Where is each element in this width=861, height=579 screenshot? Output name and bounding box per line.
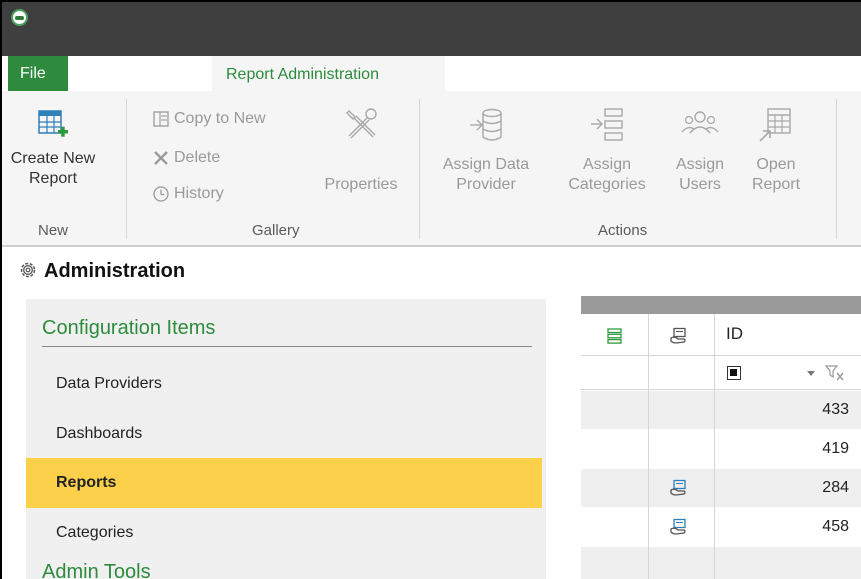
- row-id-cell: 458: [714, 508, 861, 546]
- grid-header: ID: [581, 314, 861, 356]
- table-row[interactable]: 433: [581, 391, 861, 429]
- delete-button[interactable]: Delete: [152, 147, 220, 169]
- assign-categories-label-2: Categories: [568, 176, 646, 193]
- gear-icon: [20, 262, 36, 278]
- row-categories-cell: [581, 430, 648, 468]
- clock-icon: [153, 186, 169, 202]
- table-row[interactable]: 419: [581, 430, 861, 468]
- nav-item-categories[interactable]: Categories: [26, 508, 542, 558]
- row-shared-cell: [648, 430, 714, 468]
- tools-icon: [346, 108, 377, 139]
- copy-to-new-button[interactable]: Copy to New: [152, 108, 266, 130]
- group-label-gallery: Gallery: [252, 222, 300, 239]
- properties-button[interactable]: Properties: [315, 105, 407, 195]
- row-categories-cell: [581, 391, 648, 429]
- tab-system[interactable]: S - UIS - Upgrade Testing: [475, 58, 685, 91]
- clear-filter-icon[interactable]: [825, 364, 845, 382]
- categories-arrow-icon: [591, 108, 623, 141]
- ribbon-divider: [126, 99, 127, 239]
- filter-dropdown-icon[interactable]: [807, 369, 815, 377]
- assign-users-button[interactable]: Assign Users: [669, 105, 731, 195]
- open-report-label-1: Open: [756, 156, 796, 173]
- shared-report-icon: [670, 479, 686, 496]
- row-shared-cell: [648, 391, 714, 429]
- assign-users-label-1: Assign: [675, 156, 725, 173]
- create-table-icon: [38, 110, 68, 137]
- checkbox-indeterminate-mark: [730, 369, 737, 376]
- app-window: File Home Report Administration S - UIS …: [0, 0, 861, 579]
- group-label-actions: Actions: [598, 222, 648, 239]
- row-categories-cell: [581, 547, 648, 579]
- nav-item-dashboards[interactable]: Dashboards: [26, 409, 542, 459]
- create-new-label-1: Create New: [10, 150, 96, 167]
- delete-x-icon: [154, 150, 168, 165]
- assign-categories-button[interactable]: Assign Categories: [555, 105, 659, 195]
- ribbon-divider: [419, 99, 420, 239]
- properties-label: Properties: [324, 176, 398, 193]
- categories-column-icon[interactable]: [607, 328, 623, 344]
- table-row[interactable]: [581, 547, 861, 579]
- assign-data-provider-label-2: Provider: [456, 176, 516, 193]
- grid-filter-row: [581, 356, 861, 390]
- delete-label: Delete: [174, 149, 221, 166]
- create-new-label-2: Report: [28, 170, 78, 187]
- row-id-cell: 419: [714, 430, 861, 468]
- open-report-label-2: Report: [751, 176, 801, 193]
- open-report-button[interactable]: Open Report: [741, 105, 811, 195]
- group-label-new: New: [38, 222, 69, 239]
- tab-report-administration[interactable]: Report Administration: [212, 56, 445, 93]
- title-bar: [2, 2, 861, 56]
- history-label: History: [174, 185, 224, 202]
- row-shared-cell: [648, 469, 714, 507]
- row-id-cell: 433: [714, 391, 861, 429]
- create-new-report-button[interactable]: Create New Report: [2, 105, 104, 189]
- grid-group-bar: [581, 296, 861, 314]
- grid-column-divider: [714, 314, 715, 579]
- row-id-cell: [714, 547, 861, 579]
- row-shared-cell: [648, 547, 714, 579]
- assign-users-label-2: Users: [679, 176, 721, 193]
- config-nav: Configuration Items Data Providers Dashb…: [26, 299, 546, 579]
- row-shared-cell: [648, 508, 714, 546]
- database-arrow-icon: [470, 108, 502, 141]
- users-icon: [681, 111, 719, 134]
- tab-file[interactable]: File: [8, 56, 68, 91]
- app-logo-icon[interactable]: [11, 9, 28, 26]
- table-row[interactable]: 458: [581, 508, 861, 546]
- assign-data-provider-button[interactable]: Assign Data Provider: [427, 105, 545, 195]
- nav-section-divider: [42, 346, 532, 347]
- id-column-header[interactable]: ID: [726, 324, 743, 344]
- reports-grid: ID 433 419 284 458: [581, 296, 861, 579]
- nav-item-data-providers[interactable]: Data Providers: [26, 359, 542, 409]
- tab-home[interactable]: Home: [120, 58, 191, 91]
- assign-data-provider-label-1: Assign Data: [442, 156, 530, 173]
- row-categories-cell: [581, 469, 648, 507]
- ribbon-divider: [836, 99, 837, 239]
- shared-report-icon: [670, 518, 686, 535]
- page-title-text: Administration: [44, 260, 186, 282]
- row-categories-cell: [581, 508, 648, 546]
- page-title: Administration: [18, 260, 185, 288]
- copy-to-new-label: Copy to New: [174, 110, 266, 127]
- assign-categories-label-1: Assign: [582, 156, 632, 173]
- nav-item-reports[interactable]: Reports: [26, 458, 542, 508]
- grid-column-divider: [648, 314, 649, 579]
- nav-section-title: Configuration Items: [42, 317, 216, 339]
- filter-checkbox[interactable]: [727, 366, 741, 380]
- row-id-cell: 284: [714, 469, 861, 507]
- table-row[interactable]: 284: [581, 469, 861, 507]
- nav-section-admin-tools[interactable]: Admin Tools: [42, 561, 151, 579]
- shared-report-column-icon[interactable]: [670, 327, 688, 345]
- open-table-icon: [759, 108, 791, 142]
- history-button[interactable]: History: [152, 183, 224, 205]
- ribbon: Create New Report New Copy to New Delete: [2, 91, 861, 247]
- copy-icon: [153, 111, 169, 127]
